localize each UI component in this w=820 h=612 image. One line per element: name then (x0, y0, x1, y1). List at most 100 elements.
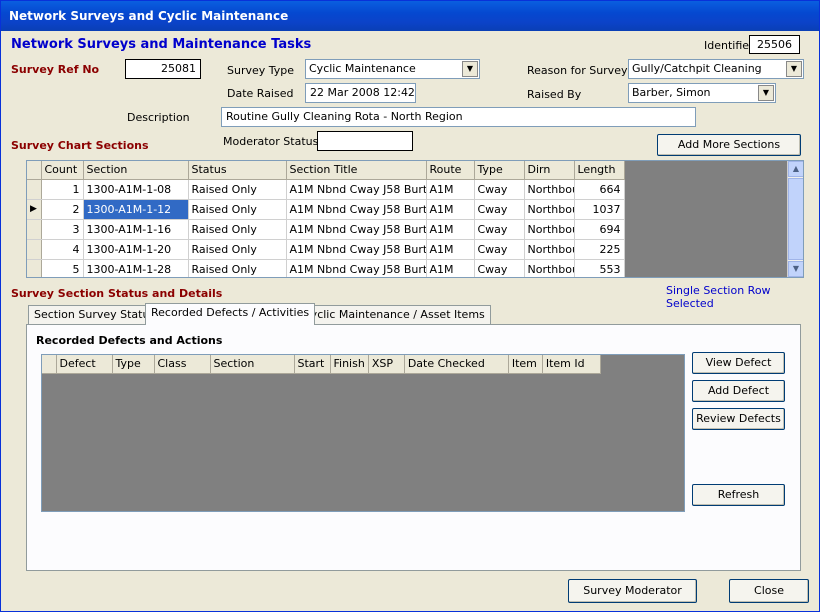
col-section[interactable]: Section (83, 161, 189, 180)
cell-dirn[interactable]: Northbound (524, 239, 575, 260)
close-button[interactable]: Close (729, 579, 809, 603)
cell-count[interactable]: 5 (41, 259, 84, 277)
cell-section[interactable]: 1300-A1M-1-28 (83, 259, 189, 277)
col-class[interactable]: Class (154, 355, 211, 374)
tab-panel: Recorded Defects and Actions Defect Type… (26, 324, 801, 571)
cell-length[interactable]: 1037 (574, 199, 625, 220)
cell-status[interactable]: Raised Only (188, 219, 287, 240)
col-item-id[interactable]: Item Id (542, 355, 601, 374)
col-length[interactable]: Length (574, 161, 625, 180)
sections-table: Count Section Status Section Title Route… (27, 161, 625, 277)
cell-type[interactable]: Cway (474, 179, 525, 200)
cell-length[interactable]: 553 (574, 259, 625, 277)
survey-type-select[interactable]: Cyclic Maintenance ▼ (305, 59, 480, 79)
col-dirn[interactable]: Dirn (524, 161, 575, 180)
row-indicator[interactable] (27, 259, 42, 277)
cell-type[interactable]: Cway (474, 199, 525, 220)
tab-section-survey-status[interactable]: Section Survey Status (28, 305, 162, 325)
cell-route[interactable]: A1M (426, 179, 475, 200)
review-defects-button[interactable]: Review Defects (692, 408, 785, 430)
cell-title[interactable]: A1M Nbnd Cway J58 Burtree (286, 239, 427, 260)
cell-dirn[interactable]: Northbound (524, 179, 575, 200)
table-row[interactable]: 1 1300-A1M-1-08 Raised Only A1M Nbnd Cway J… (27, 179, 625, 200)
row-indicator[interactable] (27, 179, 42, 200)
reason-label: Reason for Survey (527, 64, 628, 77)
refresh-button[interactable]: Refresh (692, 484, 785, 506)
table-row[interactable]: 4 1300-A1M-1-20 Raised Only A1M Nbnd Cway J… (27, 239, 625, 260)
reason-select[interactable]: Gully/Catchpit Cleaning ▼ (628, 59, 804, 79)
view-defect-button[interactable]: View Defect (692, 352, 785, 374)
identifier-field: 25506 (749, 35, 800, 54)
row-pointer-icon[interactable]: ▶ (27, 199, 42, 220)
table-row[interactable]: 3 1300-A1M-1-16 Raised Only A1M Nbnd Cway J… (27, 219, 625, 240)
cell-count[interactable]: 3 (41, 219, 84, 240)
survey-moderator-button[interactable]: Survey Moderator (568, 579, 697, 603)
scroll-down-icon[interactable]: ▼ (788, 261, 803, 277)
cell-length[interactable]: 225 (574, 239, 625, 260)
tab-recorded-defects[interactable]: Recorded Defects / Activities (145, 303, 316, 325)
col-route[interactable]: Route (426, 161, 475, 180)
col-date-checked[interactable]: Date Checked (404, 355, 509, 374)
cell-route[interactable]: A1M (426, 219, 475, 240)
cell-title[interactable]: A1M Nbnd Cway J58 Burtree (286, 179, 427, 200)
cell-section[interactable]: 1300-A1M-1-16 (83, 219, 189, 240)
table-row[interactable]: ▶ 2 1300-A1M-1-12 Raised Only A1M Nbnd Cway … (27, 199, 625, 220)
defects-header-row: Defect Type Class Section Start Finish X… (42, 355, 601, 374)
survey-type-value: Cyclic Maintenance (309, 62, 416, 75)
scroll-thumb[interactable] (788, 178, 803, 260)
raised-by-select[interactable]: Barber, Simon ▼ (628, 83, 776, 103)
cell-status[interactable]: Raised Only (188, 179, 287, 200)
col-defect[interactable]: Defect (56, 355, 113, 374)
cell-dirn[interactable]: Northbound (524, 259, 575, 277)
sections-heading: Survey Chart Sections (11, 139, 149, 152)
chevron-down-icon[interactable]: ▼ (462, 61, 478, 77)
col-start[interactable]: Start (294, 355, 331, 374)
cell-type[interactable]: Cway (474, 239, 525, 260)
survey-ref-field[interactable]: 25081 (125, 59, 201, 79)
add-more-sections-button[interactable]: Add More Sections (657, 134, 801, 156)
cell-type[interactable]: Cway (474, 219, 525, 240)
date-raised-label: Date Raised (227, 87, 294, 100)
cell-count[interactable]: 2 (41, 199, 84, 220)
cell-title[interactable]: A1M Nbnd Cway J58 Burtree (286, 199, 427, 220)
chevron-down-icon[interactable]: ▼ (758, 85, 774, 101)
cell-length[interactable]: 664 (574, 179, 625, 200)
description-field[interactable]: Routine Gully Cleaning Rota - North Regi… (221, 107, 696, 127)
tab-cyclic-maintenance[interactable]: Cyclic Maintenance / Asset Items (297, 305, 491, 325)
cell-length[interactable]: 694 (574, 219, 625, 240)
col-type[interactable]: Type (474, 161, 525, 180)
cell-title[interactable]: A1M Nbnd Cway J58 Burtree (286, 259, 427, 277)
cell-route[interactable]: A1M (426, 239, 475, 260)
cell-count[interactable]: 4 (41, 239, 84, 260)
col-finish[interactable]: Finish (330, 355, 369, 374)
col-status[interactable]: Status (188, 161, 287, 180)
cell-title[interactable]: A1M Nbnd Cway J58 Burtree (286, 219, 427, 240)
row-indicator[interactable] (27, 219, 42, 240)
cell-status[interactable]: Raised Only (188, 239, 287, 260)
date-raised-field[interactable]: 22 Mar 2008 12:42 (305, 83, 416, 103)
cell-section[interactable]: 1300-A1M-1-12 (83, 199, 189, 220)
cell-status[interactable]: Raised Only (188, 199, 287, 220)
cell-dirn[interactable]: Northbound (524, 219, 575, 240)
cell-section[interactable]: 1300-A1M-1-20 (83, 239, 189, 260)
window-title: Network Surveys and Cyclic Maintenance (1, 1, 819, 31)
add-defect-button[interactable]: Add Defect (692, 380, 785, 402)
cell-count[interactable]: 1 (41, 179, 84, 200)
sections-scrollbar[interactable]: ▲ ▼ (787, 161, 803, 277)
cell-status[interactable]: Raised Only (188, 259, 287, 277)
col-defect-type[interactable]: Type (112, 355, 155, 374)
row-indicator[interactable] (27, 239, 42, 260)
col-count[interactable]: Count (41, 161, 84, 180)
cell-section[interactable]: 1300-A1M-1-08 (83, 179, 189, 200)
col-section-title[interactable]: Section Title (286, 161, 427, 180)
scroll-up-icon[interactable]: ▲ (788, 161, 803, 177)
cell-type[interactable]: Cway (474, 259, 525, 277)
cell-dirn[interactable]: Northbound (524, 199, 575, 220)
col-defect-section[interactable]: Section (210, 355, 295, 374)
col-item[interactable]: Item (508, 355, 543, 374)
col-xsp[interactable]: XSP (368, 355, 405, 374)
cell-route[interactable]: A1M (426, 199, 475, 220)
table-row[interactable]: 5 1300-A1M-1-28 Raised Only A1M Nbnd Cway J… (27, 259, 625, 277)
cell-route[interactable]: A1M (426, 259, 475, 277)
chevron-down-icon[interactable]: ▼ (786, 61, 802, 77)
